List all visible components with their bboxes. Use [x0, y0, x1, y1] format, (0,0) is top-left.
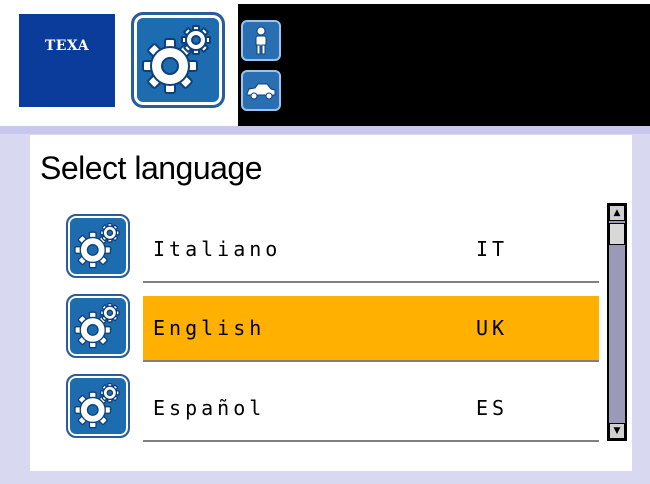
language-row-icon-english[interactable]: [66, 294, 130, 358]
language-row-icon-espanol[interactable]: [66, 374, 130, 438]
person-icon: [255, 26, 267, 54]
language-row-icon-italiano[interactable]: [66, 214, 130, 278]
scroll-up-button[interactable]: ▲: [609, 205, 625, 221]
gears-icon: [74, 302, 120, 349]
language-code: UK: [476, 316, 509, 340]
language-row-italiano[interactable]: Italiano IT: [143, 217, 599, 283]
header-separator: [0, 126, 650, 134]
gears-icon: [74, 382, 120, 429]
gears-icon: [74, 222, 120, 269]
car-icon: [246, 83, 276, 99]
arrow-down-icon: ▼: [613, 426, 621, 436]
scroll-down-button[interactable]: ▼: [609, 423, 625, 439]
scrollbar-thumb[interactable]: [609, 223, 625, 245]
language-name: English: [153, 316, 266, 340]
language-row-english[interactable]: English UK: [143, 296, 599, 362]
language-list-scrollbar[interactable]: ▲ ▼: [607, 203, 627, 441]
arrow-up-icon: ▲: [613, 208, 621, 218]
vehicle-button[interactable]: [241, 70, 281, 111]
language-row-espanol[interactable]: Español ES: [143, 376, 599, 442]
logo-text: TEXA: [44, 38, 90, 54]
header-status-area: [238, 4, 650, 126]
texa-logo: TEXA: [19, 14, 115, 107]
language-name: Italiano: [153, 237, 282, 261]
settings-app-button[interactable]: [131, 12, 225, 108]
language-code: ES: [476, 396, 509, 420]
language-code: IT: [476, 237, 509, 261]
gears-icon: [142, 25, 211, 94]
user-button[interactable]: [241, 20, 281, 61]
language-name: Español: [153, 396, 266, 420]
page-title: Select language: [40, 150, 263, 186]
